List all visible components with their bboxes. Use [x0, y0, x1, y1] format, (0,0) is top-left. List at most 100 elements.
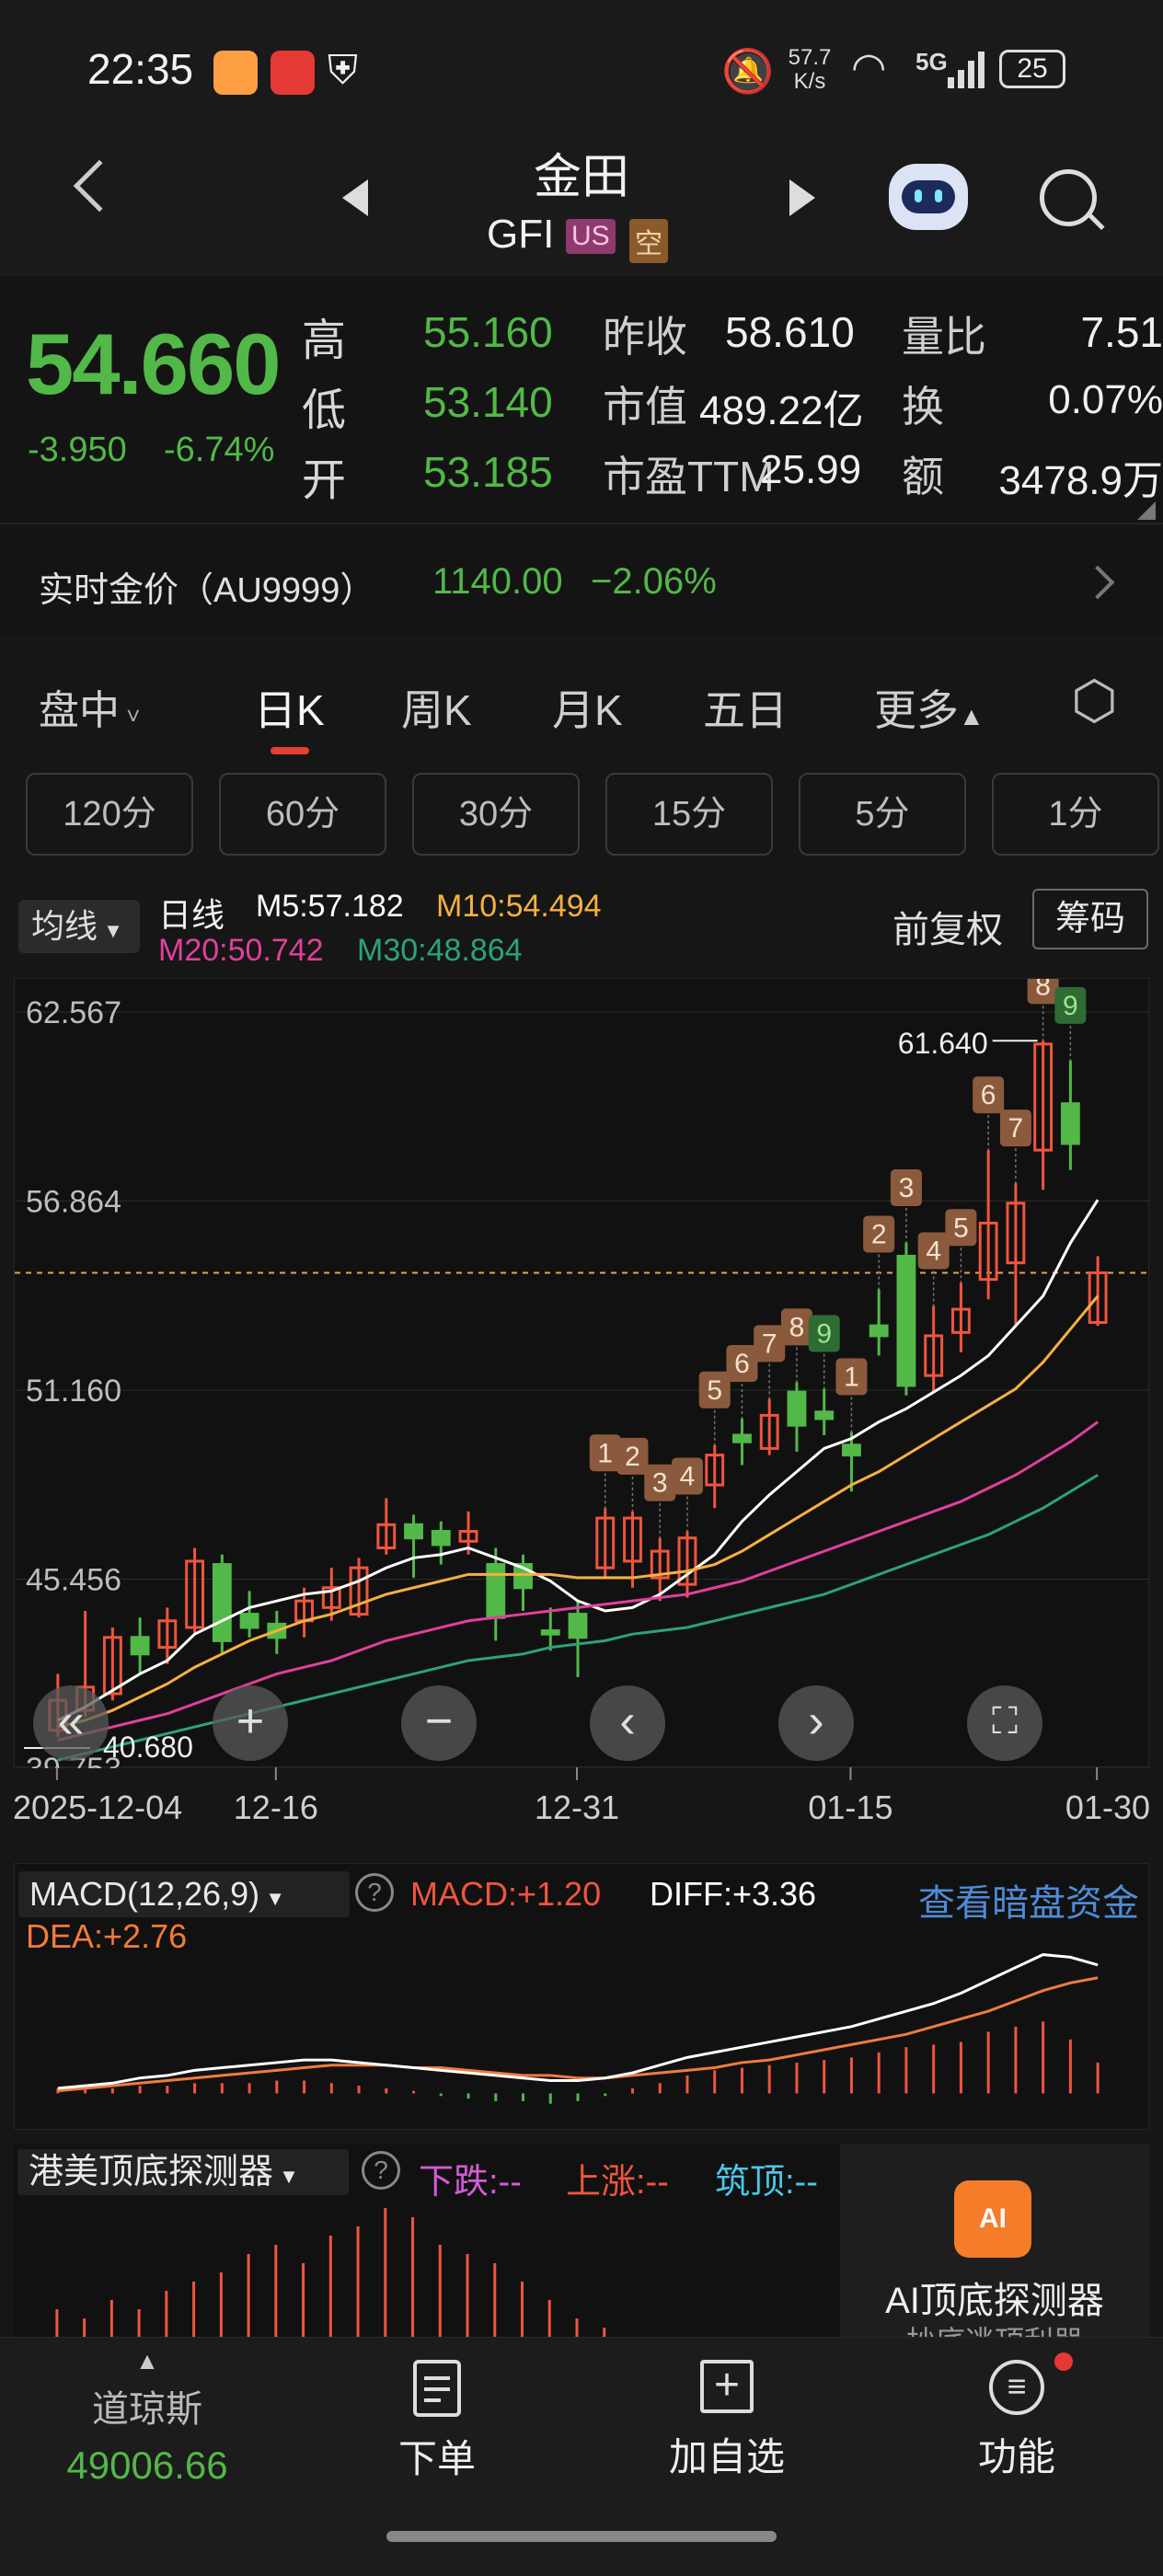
interval-1m[interactable]: 1分: [992, 773, 1159, 856]
scroll-left-button[interactable]: ‹: [590, 1685, 665, 1761]
amount-value: 3478.9万: [998, 458, 1163, 503]
back-icon[interactable]: [73, 159, 126, 213]
interval-30m[interactable]: 30分: [412, 773, 580, 856]
candle-body: [486, 1563, 506, 1619]
tab-more[interactable]: 更多▲: [874, 677, 985, 738]
ai-detector-card[interactable]: AI AI顶底探测器 抄底逃顶利器: [840, 2144, 1149, 2358]
candle-body: [787, 1390, 807, 1427]
tab-daily-k-label: 日K: [254, 686, 325, 734]
sequence-number: 3: [652, 1468, 668, 1499]
detector-select[interactable]: 港美顶底探测器 ▼: [17, 2149, 349, 2195]
help-icon[interactable]: ?: [355, 1873, 394, 1912]
home-indicator: [386, 2531, 777, 2542]
gold-label: 实时金价（AU9999）: [39, 571, 375, 610]
stock-header: 金田 GFI US 空: [0, 138, 1163, 276]
price-change-pct: -6.74%: [164, 431, 275, 469]
price-adjust-toggle[interactable]: 前复权: [892, 900, 1003, 953]
chevron-right-icon[interactable]: [1080, 565, 1115, 600]
sequence-number: 9: [816, 1319, 832, 1350]
stock-name: 金田: [533, 151, 629, 204]
ma30-value: M30:48.864: [357, 933, 523, 968]
chips-button[interactable]: 筹码: [1032, 889, 1148, 949]
kline-chart[interactable]: 62.56756.86451.16045.45639.7531234567891…: [14, 967, 1150, 1787]
index-name: 道琼斯: [92, 2389, 202, 2430]
net-speed-value: 57.7: [788, 45, 832, 70]
prev-close-value: 58.610: [725, 308, 855, 356]
sequence-number: 1: [597, 1438, 613, 1468]
order-button[interactable]: 下单: [359, 2360, 515, 2498]
x-tick-label: 01-30: [1065, 1788, 1150, 1826]
search-icon-handle: [1087, 212, 1105, 231]
candle-body: [814, 1410, 835, 1420]
sequence-number: 1: [844, 1362, 859, 1392]
tab-intraday[interactable]: 盘中 ˅: [39, 677, 140, 736]
shield-icon: ⛨: [328, 48, 358, 93]
active-tab-indicator: [271, 747, 309, 754]
notification-dot: [1054, 2352, 1073, 2371]
wifi-icon: ◠: [851, 45, 887, 90]
pe-label: 市盈TTM: [603, 453, 775, 500]
scroll-right-button[interactable]: ›: [778, 1685, 854, 1761]
index-ticker[interactable]: ▲ 道琼斯 49006.66: [37, 2347, 258, 2503]
tab-monthly-k[interactable]: 月K: [552, 677, 623, 738]
fullscreen-button[interactable]: ⛶: [967, 1685, 1042, 1761]
candle-body: [732, 1433, 752, 1443]
functions-button[interactable]: ≡ 功能: [938, 2352, 1095, 2498]
sequence-number: 9: [1063, 991, 1078, 1021]
battery-level: 25: [1017, 53, 1048, 84]
ma-select-label: 均线: [31, 907, 98, 945]
prev-close-label: 昨收: [603, 313, 687, 361]
app-icon-red: [271, 51, 315, 95]
sequence-number: 8: [789, 1312, 805, 1342]
candle-body: [568, 1613, 588, 1639]
document-icon: [413, 2360, 461, 2417]
interval-120m[interactable]: 120分: [26, 773, 193, 856]
triangle-up-icon: ▲: [959, 702, 985, 730]
tab-daily-k[interactable]: 日K: [254, 677, 325, 754]
gold-price-row[interactable]: 实时金价（AU9999） 1140.00 −2.06%: [0, 526, 1163, 637]
detector-title: 港美顶底探测器: [29, 2153, 274, 2191]
add-watchlist-button[interactable]: + 加自选: [644, 2360, 810, 2498]
caret-down-icon: ▼: [273, 2165, 299, 2188]
caret-down-icon: ▼: [259, 1887, 285, 1910]
candle-body: [842, 1443, 861, 1457]
high-value: 55.160: [423, 308, 553, 356]
x-tick-label: 12-16: [234, 1788, 318, 1826]
turnover-value: 0.07%: [1048, 377, 1163, 422]
tab-weekly-k[interactable]: 周K: [401, 677, 472, 738]
ai-chart-icon: AI: [954, 2180, 1031, 2258]
chevron-down-icon: ˅: [120, 702, 141, 730]
ma-select[interactable]: 均线 ▼: [18, 900, 140, 953]
sequence-number: 2: [625, 1442, 640, 1472]
order-label: 下单: [397, 2437, 476, 2480]
sequence-number: 7: [1008, 1113, 1024, 1144]
zoom-in-button[interactable]: +: [213, 1685, 288, 1761]
interval-15m[interactable]: 15分: [605, 773, 773, 856]
sequence-number: 5: [707, 1375, 722, 1406]
signal-icon: [948, 50, 986, 88]
settings-hexagon-icon[interactable]: ⬡: [1071, 673, 1118, 729]
candle-body: [212, 1563, 232, 1642]
next-stock-icon[interactable]: [789, 179, 815, 216]
macd-select[interactable]: MACD(12,26,9) ▼: [18, 1871, 350, 1917]
expand-corner-icon[interactable]: [1137, 501, 1156, 520]
interval-5m[interactable]: 5分: [799, 773, 966, 856]
tab-five-day[interactable]: 五日: [703, 677, 788, 738]
macd-panel: MACD(12,26,9) ▼ ? MACD:+1.20 DIFF:+3.36 …: [14, 1863, 1149, 2130]
collapse-left-button[interactable]: «: [33, 1685, 109, 1761]
prev-stock-icon[interactable]: [342, 179, 368, 216]
volume-ratio-value: 7.51: [1080, 308, 1163, 356]
x-tick-label: 12-31: [535, 1788, 619, 1826]
market-cap-value: 489.22亿: [699, 388, 864, 433]
x-tick-label: 01-15: [808, 1788, 892, 1826]
help-icon[interactable]: ?: [362, 2151, 400, 2190]
y-tick-label: 51.160: [26, 1374, 121, 1409]
robot-assistant-icon[interactable]: [889, 164, 968, 230]
dark-pool-link[interactable]: 查看暗盘资金: [918, 1873, 1139, 1926]
zoom-out-button[interactable]: −: [401, 1685, 477, 1761]
interval-60m[interactable]: 60分: [219, 773, 386, 856]
candle-body: [1060, 1102, 1080, 1145]
period-tabs: 盘中 ˅ 日K 周K 月K 五日 更多▲ ⬡: [0, 644, 1163, 764]
index-value: 49006.66: [66, 2444, 228, 2487]
functions-label: 功能: [977, 2435, 1055, 2478]
